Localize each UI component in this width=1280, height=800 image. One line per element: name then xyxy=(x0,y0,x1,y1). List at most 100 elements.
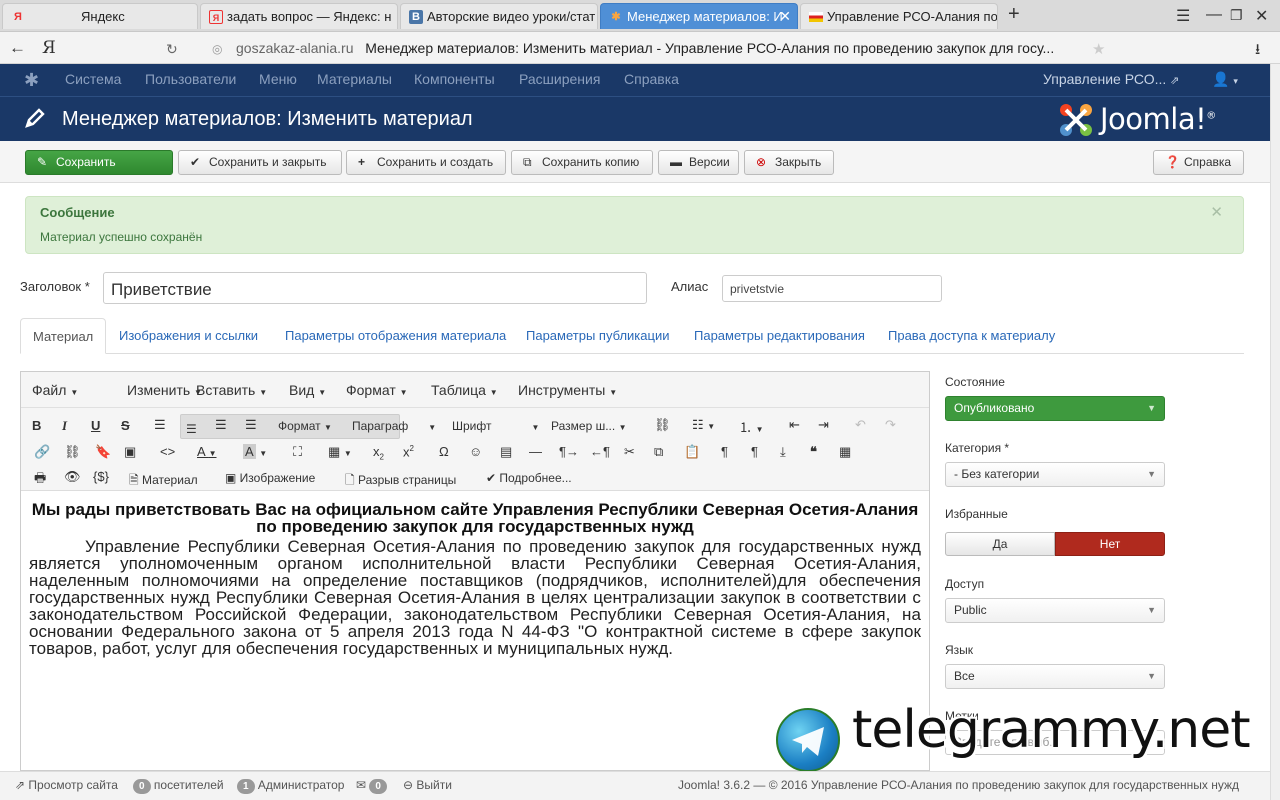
browser-tab[interactable]: Управление РСО-Алания по xyxy=(800,3,998,29)
state-select[interactable]: Опубликовано ▼ xyxy=(945,396,1165,421)
tab-content[interactable]: Материал xyxy=(20,318,107,354)
editor-menu-view[interactable]: Вид ▼ xyxy=(289,382,326,398)
url-field[interactable]: goszakaz-alania.ru Менеджер материалов: … xyxy=(236,37,1156,59)
menu-icon[interactable]: ☰ xyxy=(1176,6,1190,26)
insert-icon[interactable]: ⤓ xyxy=(780,444,786,460)
print-icon[interactable]: 🖶 xyxy=(34,469,46,491)
editor-menu-format[interactable]: Формат ▼ xyxy=(346,382,408,398)
insert-article-button[interactable]: 🗎 Материал xyxy=(129,471,198,492)
editor-menu-tools[interactable]: Инструменты ▼ xyxy=(518,382,617,398)
template-icon[interactable]: ▦ xyxy=(839,444,851,460)
site-info-icon[interactable]: ◎ xyxy=(212,42,222,56)
underline-icon[interactable]: U xyxy=(91,418,100,433)
outdent-icon[interactable]: ⇤ xyxy=(789,417,800,433)
background-color-icon[interactable]: A ▼ xyxy=(243,444,267,459)
emoticons-icon[interactable]: ☺ xyxy=(469,444,482,459)
insert-image-button[interactable]: ▣ Изображение xyxy=(225,471,315,485)
align-right-icon[interactable]: ☰ xyxy=(215,417,227,433)
language-select[interactable]: Все ▼ xyxy=(945,664,1165,689)
text-color-icon[interactable]: A ▼ xyxy=(197,444,217,459)
save-new-button[interactable]: + Сохранить и создать xyxy=(346,150,506,175)
tab-display-options[interactable]: Параметры отображения материала xyxy=(285,318,506,354)
find-replace-icon[interactable]: ⛓ xyxy=(654,417,671,433)
italic-icon[interactable]: I xyxy=(62,418,67,434)
cut-icon[interactable]: ✂ xyxy=(624,444,635,460)
maximize-icon[interactable]: ❐ xyxy=(1230,7,1243,24)
close-tab-icon[interactable]: ✕ xyxy=(779,4,791,29)
preview-icon[interactable]: 👁 xyxy=(64,469,81,485)
joomla-menu-icon[interactable]: ✱ xyxy=(24,70,39,91)
menu-content[interactable]: Материалы xyxy=(317,71,392,87)
yandex-logo[interactable]: Я xyxy=(42,38,56,58)
browser-tab[interactable]: Я задать вопрос — Яндекс: н xyxy=(200,3,398,29)
browser-tab[interactable]: Я Яндекс xyxy=(2,3,198,29)
close-window-icon[interactable]: ✕ xyxy=(1255,6,1268,26)
reload-icon[interactable]: ↻ xyxy=(166,41,178,58)
featured-yes-toggle[interactable]: Да xyxy=(945,532,1055,556)
special-char-icon[interactable]: Ω xyxy=(439,444,449,459)
access-select[interactable]: Public ▼ xyxy=(945,598,1165,623)
media-icon[interactable]: ▤ xyxy=(500,444,512,460)
download-icon[interactable]: ⭳ xyxy=(1255,39,1260,64)
copy-icon[interactable]: ⧉ xyxy=(654,444,663,460)
browser-tab-active[interactable]: ✱ Менеджер материалов: И ✕ xyxy=(600,3,798,29)
logout-link[interactable]: ⊖ Выйти xyxy=(403,778,452,792)
bookmark-star-icon[interactable]: ★ xyxy=(1092,40,1105,58)
font-size-dropdown[interactable]: Размер ш... ▼ xyxy=(551,419,626,433)
editor-menu-table[interactable]: Таблица ▼ xyxy=(431,382,498,398)
close-button[interactable]: ⊗ Закрыть xyxy=(744,150,834,175)
font-dropdown[interactable]: Шрифт ▼ xyxy=(452,419,539,433)
menu-users[interactable]: Пользователи xyxy=(145,71,236,87)
link-icon[interactable]: 🔗 xyxy=(34,444,50,460)
menu-menus[interactable]: Меню xyxy=(259,71,297,87)
back-icon[interactable]: ← xyxy=(9,38,26,58)
invisible-chars-icon[interactable]: ¶ xyxy=(751,444,758,459)
numbered-list-icon[interactable]: ⒈ ▼ xyxy=(739,417,764,436)
align-justify-icon[interactable]: ☰ xyxy=(245,417,257,433)
tab-permissions[interactable]: Права доступа к материалу xyxy=(888,318,1055,354)
pagebreak-button[interactable]: 🗋 Разрыв страницы xyxy=(345,471,456,492)
save-copy-button[interactable]: ⧉ Сохранить копию xyxy=(511,150,653,175)
tab-editing[interactable]: Параметры редактирования xyxy=(694,318,865,354)
horizontal-rule-icon[interactable]: — xyxy=(529,444,542,459)
save-close-button[interactable]: ✔ Сохранить и закрыть xyxy=(178,150,342,175)
format-dropdown[interactable]: Формат ▼ xyxy=(278,419,332,433)
redo-icon[interactable]: ↷ xyxy=(885,417,896,433)
category-select[interactable]: - Без категории ▼ xyxy=(945,462,1165,487)
rtl-icon[interactable]: ←¶ xyxy=(590,444,610,459)
ltr-icon[interactable]: ¶→ xyxy=(559,444,579,459)
close-message-icon[interactable]: ✕ xyxy=(1210,203,1223,221)
readmore-button[interactable]: ✔ Подробнее... xyxy=(486,471,572,485)
browser-tab[interactable]: В Авторские видео уроки/стат xyxy=(400,3,598,29)
bold-icon[interactable]: B xyxy=(32,418,41,433)
new-tab-icon[interactable]: + xyxy=(1008,3,1020,26)
fullscreen-icon[interactable]: ⛶ xyxy=(293,444,302,460)
minimize-icon[interactable]: — xyxy=(1206,6,1222,24)
image-icon[interactable]: ▣ xyxy=(124,444,136,460)
menu-components[interactable]: Компоненты xyxy=(414,71,495,87)
menu-extensions[interactable]: Расширения xyxy=(519,71,600,87)
messages-count[interactable]: ✉ 0 xyxy=(356,778,387,794)
editor-menu-edit[interactable]: Изменить ▼ xyxy=(127,382,202,398)
alias-input[interactable]: privetstvie xyxy=(722,275,942,302)
superscript-icon[interactable]: x2 xyxy=(403,444,414,459)
paragraph-dropdown[interactable]: Параграф ▼ xyxy=(352,419,436,433)
versions-button[interactable]: ▬ Версии xyxy=(658,150,739,175)
anchor-icon[interactable]: 🔖 xyxy=(95,444,111,460)
view-site-link[interactable]: ⇗ Просмотр сайта xyxy=(15,778,118,792)
page-scrollbar[interactable] xyxy=(1270,64,1280,800)
strikethrough-icon[interactable]: S xyxy=(121,418,130,433)
help-button[interactable]: ❓ Справка xyxy=(1153,150,1244,175)
align-left-icon[interactable]: ☰ xyxy=(154,417,166,433)
paste-icon[interactable]: 📋 xyxy=(684,444,700,460)
table-icon[interactable]: ▦ ▼ xyxy=(328,444,352,460)
indent-icon[interactable]: ⇥ xyxy=(818,417,829,433)
tab-publishing[interactable]: Параметры публикации xyxy=(526,318,669,354)
editor-menu-insert[interactable]: Вставить ▼ xyxy=(196,382,267,398)
variables-icon[interactable]: {$} xyxy=(93,469,109,484)
save-button[interactable]: ✎ Сохранить xyxy=(25,150,173,175)
show-blocks-icon[interactable]: ¶ xyxy=(721,444,728,459)
subscript-icon[interactable]: x2 xyxy=(373,444,384,462)
bullet-list-icon[interactable]: ☷ ▼ xyxy=(692,417,715,433)
undo-icon[interactable]: ↶ xyxy=(855,417,866,433)
